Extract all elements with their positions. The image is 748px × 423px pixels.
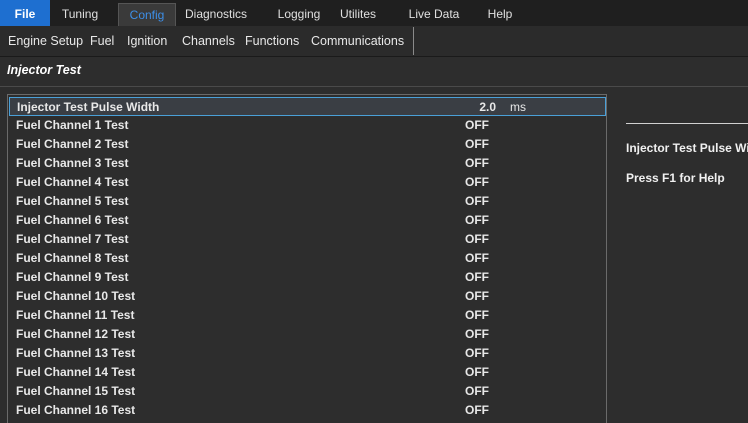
param-name: Injector Test Pulse Width <box>17 100 160 114</box>
param-value[interactable]: OFF <box>465 249 511 268</box>
param-name: Fuel Channel 15 Test <box>16 384 136 398</box>
param-row-fuel-channel-3[interactable]: Fuel Channel 3 Test OFF <box>9 154 606 173</box>
param-value[interactable]: OFF <box>465 382 511 401</box>
param-value[interactable]: 2.0 <box>450 98 496 117</box>
submenu-engine-setup[interactable]: Engine Setup <box>8 26 83 56</box>
param-name: Fuel Channel 16 Test <box>16 403 136 417</box>
param-value[interactable]: OFF <box>465 230 511 249</box>
param-name: Fuel Channel 4 Test <box>16 175 129 189</box>
param-row-fuel-channel-12[interactable]: Fuel Channel 12 Test OFF <box>9 325 606 344</box>
param-name: Fuel Channel 9 Test <box>16 270 129 284</box>
submenu-fuel[interactable]: Fuel <box>90 26 114 56</box>
param-row-fuel-channel-4[interactable]: Fuel Channel 4 Test OFF <box>9 173 606 192</box>
menu-tab-help[interactable]: Help <box>480 0 520 26</box>
param-value[interactable]: OFF <box>465 154 511 173</box>
param-row-fuel-channel-10[interactable]: Fuel Channel 10 Test OFF <box>9 287 606 306</box>
param-value[interactable]: OFF <box>465 116 511 135</box>
param-name: Fuel Channel 12 Test <box>16 327 136 341</box>
param-value[interactable]: OFF <box>465 363 511 382</box>
param-name: Fuel Channel 14 Test <box>16 365 136 379</box>
param-value[interactable]: OFF <box>465 173 511 192</box>
menu-tab-file[interactable]: File <box>0 0 50 26</box>
submenu-ignition[interactable]: Ignition <box>127 26 167 56</box>
title-divider <box>0 86 748 87</box>
param-name: Fuel Channel 10 Test <box>16 289 136 303</box>
param-row-injector-test-pulse-width[interactable]: Injector Test Pulse Width 2.0 ms <box>9 97 606 116</box>
submenu-communications[interactable]: Communications <box>311 26 404 56</box>
param-value[interactable]: OFF <box>465 306 511 325</box>
menu-tab-logging[interactable]: Logging <box>270 0 328 26</box>
menu-tab-tuning[interactable]: Tuning <box>52 0 108 26</box>
param-name: Fuel Channel 5 Test <box>16 194 129 208</box>
param-row-fuel-channel-8[interactable]: Fuel Channel 8 Test OFF <box>9 249 606 268</box>
param-name: Fuel Channel 6 Test <box>16 213 129 227</box>
param-row-fuel-channel-5[interactable]: Fuel Channel 5 Test OFF <box>9 192 606 211</box>
param-name: Fuel Channel 1 Test <box>16 118 129 132</box>
menu-tab-utilites[interactable]: Utilites <box>330 0 386 26</box>
param-row-fuel-channel-2[interactable]: Fuel Channel 2 Test OFF <box>9 135 606 154</box>
param-value[interactable]: OFF <box>465 135 511 154</box>
param-row-fuel-channel-6[interactable]: Fuel Channel 6 Test OFF <box>9 211 606 230</box>
param-value[interactable]: OFF <box>465 192 511 211</box>
param-row-fuel-channel-15[interactable]: Fuel Channel 15 Test OFF <box>9 382 606 401</box>
submenu-channels[interactable]: Channels <box>182 26 235 56</box>
menu-tab-config[interactable]: Config <box>118 3 176 27</box>
param-row-fuel-channel-14[interactable]: Fuel Channel 14 Test OFF <box>9 363 606 382</box>
help-divider <box>626 123 748 124</box>
param-name: Fuel Channel 11 Test <box>16 308 135 322</box>
param-row-fuel-channel-11[interactable]: Fuel Channel 11 Test OFF <box>9 306 606 325</box>
config-submenu-bar: Engine Setup Fuel Ignition Channels Func… <box>0 26 748 57</box>
main-menubar: File Tuning Config Diagnostics Logging U… <box>0 0 748 27</box>
param-value[interactable]: OFF <box>465 344 511 363</box>
param-row-fuel-channel-7[interactable]: Fuel Channel 7 Test OFF <box>9 230 606 249</box>
param-name: Fuel Channel 7 Test <box>16 232 129 246</box>
param-row-fuel-channel-1[interactable]: Fuel Channel 1 Test OFF <box>9 116 606 135</box>
parameter-list: Injector Test Pulse Width 2.0 ms Fuel Ch… <box>7 94 607 423</box>
param-row-fuel-channel-16[interactable]: Fuel Channel 16 Test OFF <box>9 401 606 420</box>
param-value[interactable]: OFF <box>465 268 511 287</box>
help-hint: Press F1 for Help <box>626 171 725 185</box>
param-value[interactable]: OFF <box>465 401 511 420</box>
param-value[interactable]: OFF <box>465 211 511 230</box>
param-name: Fuel Channel 3 Test <box>16 156 129 170</box>
panel-title: Injector Test <box>7 63 81 77</box>
help-title: Injector Test Pulse Width <box>626 141 748 155</box>
param-unit: ms <box>510 100 526 114</box>
param-name: Fuel Channel 13 Test <box>16 346 136 360</box>
submenu-divider <box>413 27 414 55</box>
param-name: Fuel Channel 8 Test <box>16 251 129 265</box>
param-name: Fuel Channel 2 Test <box>16 137 129 151</box>
submenu-functions[interactable]: Functions <box>245 26 299 56</box>
menu-tab-diagnostics[interactable]: Diagnostics <box>178 0 254 26</box>
param-value[interactable]: OFF <box>465 287 511 306</box>
menu-tab-live-data[interactable]: Live Data <box>402 0 466 26</box>
param-row-fuel-channel-13[interactable]: Fuel Channel 13 Test OFF <box>9 344 606 363</box>
param-row-fuel-channel-9[interactable]: Fuel Channel 9 Test OFF <box>9 268 606 287</box>
param-value[interactable]: OFF <box>465 325 511 344</box>
